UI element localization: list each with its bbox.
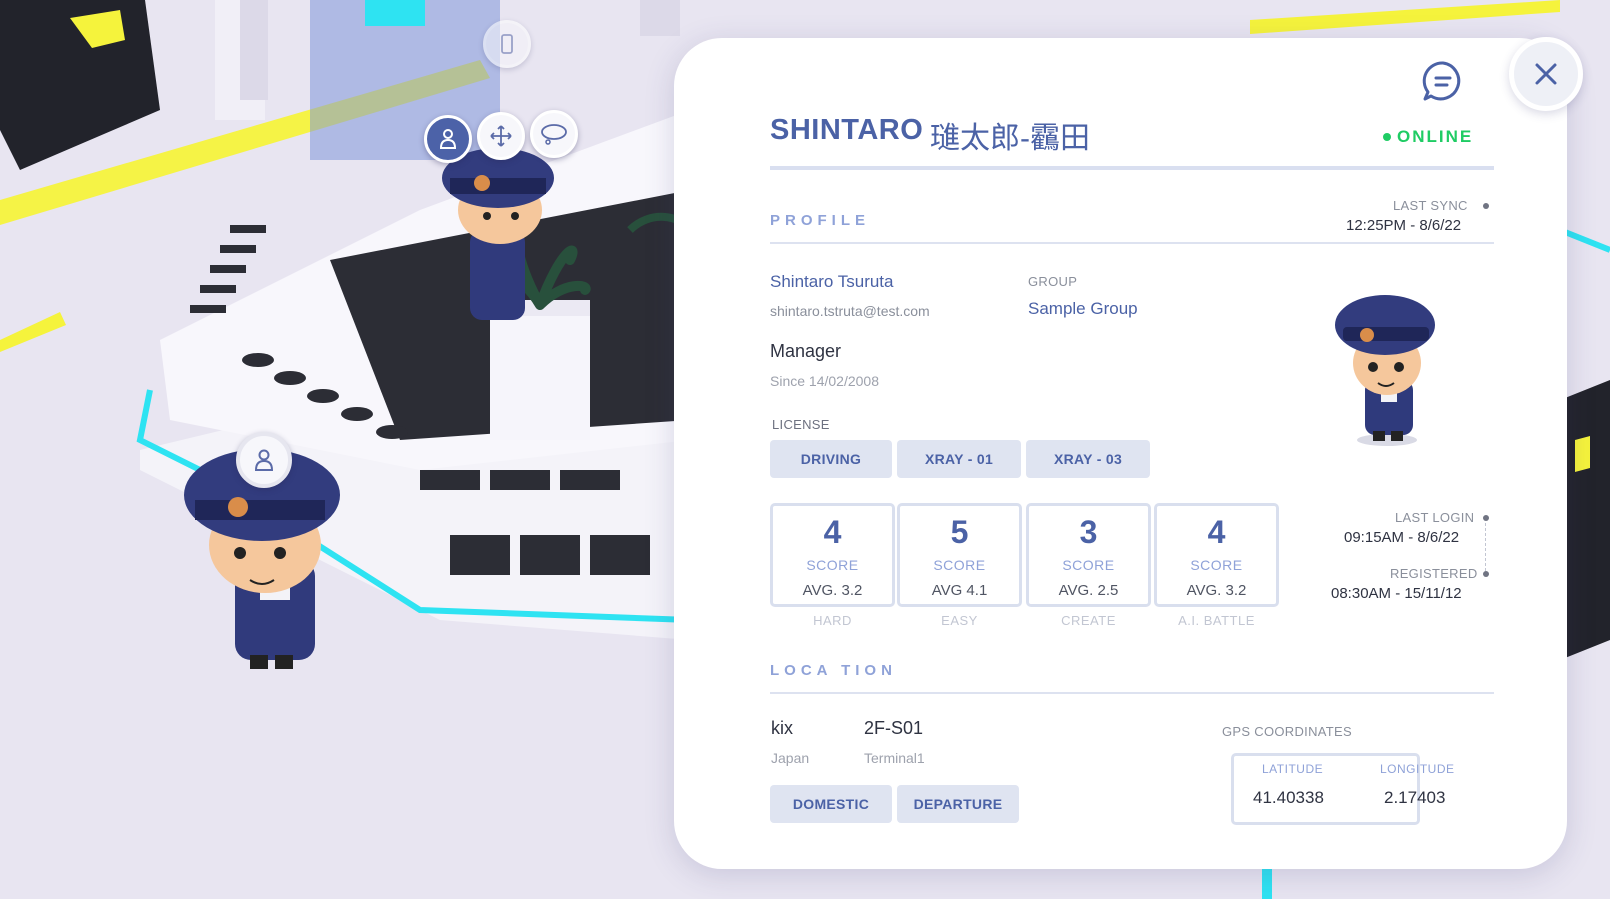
chat-button[interactable] [1420,58,1466,104]
score-label: SCORE [806,557,859,573]
score-category-create: CREATE [1061,613,1116,628]
score-average: AVG. 3.2 [1186,582,1247,599]
terminal: Terminal1 [864,750,925,766]
country: Japan [771,750,810,766]
header-divider [770,166,1494,170]
license-tag-driving[interactable]: DRIVING [770,440,892,478]
score-label: SCORE [933,557,986,573]
since-date: Since 14/02/2008 [770,373,879,389]
phone-icon [501,34,513,54]
score-average: AVG. 2.5 [1058,582,1119,599]
score-value: 3 [1079,514,1098,550]
score-category-ai-battle: A.I. BATTLE [1178,613,1255,628]
score-value: 4 [823,514,842,550]
move-arrows-icon [490,125,512,147]
profile-section-title: PROFILE [770,212,871,229]
location-divider [770,692,1494,694]
license-tag-xray-01[interactable]: XRAY - 01 [897,440,1021,478]
thought-pin[interactable] [530,110,578,158]
location-tag-domestic[interactable]: DOMESTIC [770,785,892,823]
gps-label: GPS COORDINATES [1222,724,1352,739]
full-name: Shintaro Tsuruta [770,272,894,291]
last-login-dot [1483,515,1489,521]
online-status: ONLINE [1397,127,1474,146]
score-value: 5 [950,514,969,550]
group-value[interactable]: Sample Group [1028,299,1138,319]
score-card-create[interactable]: 3 SCORE AVG. 2.5 [1026,503,1151,607]
person-icon [254,449,274,471]
registered-label: REGISTERED [1390,566,1478,581]
latitude-value: 41.40338 [1253,788,1324,807]
user-kanji-name: 璡太郎-靏田 [930,122,1090,155]
person-pin[interactable] [424,115,472,163]
close-button[interactable] [1509,37,1583,111]
longitude-label: LONGITUDE [1380,762,1455,776]
longitude-value: 2.17403 [1384,788,1446,807]
score-label: SCORE [1062,557,1115,573]
score-card-easy[interactable]: 5 SCORE AVG 4.1 [897,503,1022,607]
location-section-title: LOCA TION [770,662,897,679]
score-average: AVG 4.1 [931,582,988,599]
role: Manager [770,341,842,361]
site-code: kix [771,718,793,738]
zone: 2F-S01 [864,718,924,738]
license-tag-xray-03[interactable]: XRAY - 03 [1026,440,1150,478]
last-sync-value: 12:25PM - 8/6/22 [1346,217,1462,234]
score-category-hard: HARD [813,613,852,628]
registered-value: 08:30AM - 15/11/12 [1331,585,1462,602]
score-average: AVG. 3.2 [802,582,863,599]
score-card-ai-battle[interactable]: 4 SCORE AVG. 3.2 [1154,503,1279,607]
phone-pin[interactable] [483,20,531,68]
person-icon [439,129,457,149]
user-name: SHINTARO [770,114,924,146]
last-login-value: 09:15AM - 8/6/22 [1344,529,1460,546]
timeline-connector [1485,523,1487,571]
last-sync-label: LAST SYNC [1393,198,1468,213]
last-login-label: LAST LOGIN [1395,510,1475,525]
location-tag-departure[interactable]: DEPARTURE [897,785,1019,823]
score-category-easy: EASY [941,613,978,628]
online-status-dot [1383,133,1391,141]
close-icon [1535,63,1557,85]
latitude-label: LATITUDE [1262,762,1324,776]
thought-bubble-icon [541,124,567,145]
email: shintaro.tstruta@test.com [770,303,930,319]
move-pin[interactable] [477,112,525,160]
last-sync-dot [1483,203,1489,209]
score-card-hard[interactable]: 4 SCORE AVG. 3.2 [770,503,895,607]
score-value: 4 [1207,514,1226,550]
registered-dot [1483,571,1489,577]
avatar [1335,295,1435,446]
group-label: GROUP [1028,274,1078,289]
score-label: SCORE [1190,557,1243,573]
license-label: LICENSE [772,417,830,432]
profile-divider [770,242,1494,244]
person-pin-2[interactable] [236,432,292,488]
chat-bubble-icon [1422,61,1461,101]
